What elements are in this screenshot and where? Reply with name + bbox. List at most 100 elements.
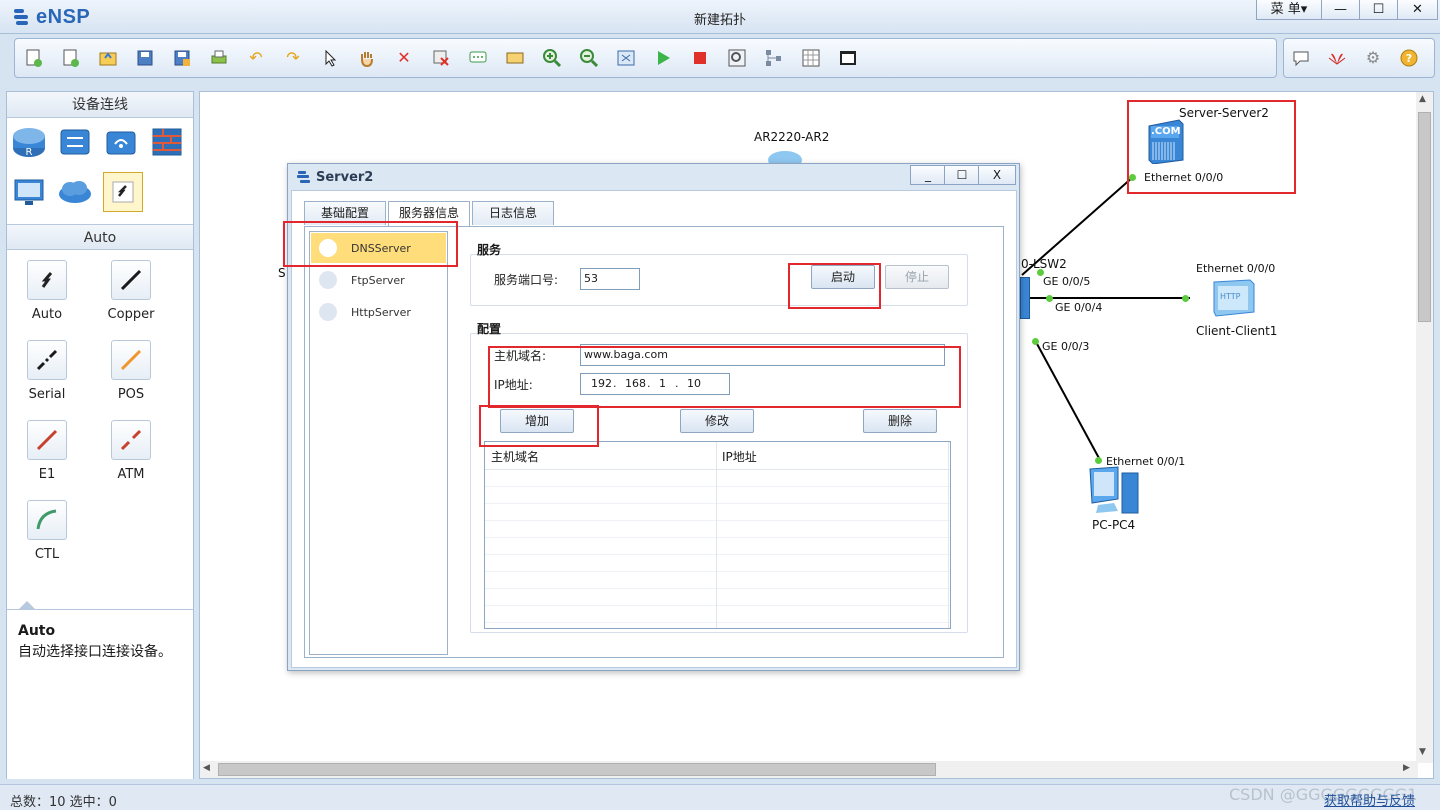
dialog-title-bar[interactable]: Server2 _ ☐ X	[288, 164, 1019, 190]
pointer-arrow	[19, 601, 35, 609]
table-row[interactable]	[485, 538, 950, 555]
column-divider	[716, 442, 717, 628]
server-port-label: Ethernet 0/0/0	[1144, 171, 1224, 184]
redo-icon[interactable]: ↷	[282, 47, 304, 69]
column-divider	[948, 442, 949, 628]
link-status-dot	[1182, 295, 1189, 302]
client-node-icon[interactable]: HTTP	[1210, 278, 1256, 318]
start-device-icon[interactable]	[652, 47, 674, 69]
server-node-label: Server-Server2	[1179, 106, 1269, 120]
cable-item-serial[interactable]: Serial	[17, 340, 77, 402]
menu-button[interactable]: 菜 单▾	[1256, 0, 1322, 20]
pc-node-icon[interactable]	[1088, 465, 1144, 520]
text-annotation-icon[interactable]	[467, 47, 489, 69]
table-row[interactable]	[485, 504, 950, 521]
stop-button[interactable]: 停止	[885, 265, 949, 289]
rectangle-icon[interactable]	[504, 47, 526, 69]
zoom-in-icon[interactable]	[541, 47, 563, 69]
pan-hand-icon[interactable]	[356, 47, 378, 69]
table-row[interactable]	[485, 521, 950, 538]
auto-cable-icon	[27, 260, 67, 300]
port-input[interactable]: 53	[580, 268, 640, 290]
scroll-right-icon[interactable]: ▶	[1403, 763, 1410, 773]
select-cursor-icon[interactable]	[319, 47, 341, 69]
cable-item-ctl[interactable]: CTL	[17, 500, 77, 562]
topology-tree-icon[interactable]	[763, 47, 785, 69]
service-status-dot	[319, 303, 337, 321]
partial-node-label: S	[278, 266, 286, 280]
modify-button[interactable]: 修改	[680, 409, 754, 433]
table-row[interactable]	[485, 470, 950, 487]
scroll-down-icon[interactable]: ▼	[1419, 747, 1426, 757]
horizontal-scroll-thumb[interactable]	[218, 763, 936, 776]
help-feedback-link[interactable]: 获取帮助与反馈	[1324, 790, 1415, 809]
table-row[interactable]	[485, 589, 950, 606]
cable-item-auto[interactable]: Auto	[17, 260, 77, 322]
dialog-maximize-button[interactable]: ☐	[944, 165, 980, 185]
switch-node-icon[interactable]	[1020, 277, 1030, 319]
open-icon[interactable]	[97, 47, 119, 69]
new-example-icon[interactable]	[60, 47, 82, 69]
switch-icon[interactable]	[57, 124, 93, 160]
service-name: HttpServer	[351, 305, 411, 319]
service-item-http[interactable]: HttpServer	[311, 297, 446, 327]
save-icon[interactable]	[134, 47, 156, 69]
vertical-scroll-thumb[interactable]	[1418, 112, 1431, 322]
chat-icon[interactable]	[1290, 47, 1312, 69]
stop-device-icon[interactable]	[689, 47, 711, 69]
table-row[interactable]	[485, 606, 950, 623]
zoom-out-icon[interactable]	[578, 47, 600, 69]
delete-icon[interactable]: ✕	[393, 47, 415, 69]
scroll-up-icon[interactable]: ▲	[1419, 94, 1426, 104]
settings-gear-icon[interactable]: ⚙	[1362, 47, 1384, 69]
table-row[interactable]	[485, 555, 950, 572]
capture-packet-icon[interactable]	[726, 47, 748, 69]
service-name: FtpServer	[351, 273, 405, 287]
client-port-label: Ethernet 0/0/0	[1196, 262, 1276, 275]
tab-log-info[interactable]: 日志信息	[472, 201, 554, 225]
help-icon[interactable]: ?	[1398, 47, 1420, 69]
grid-icon[interactable]	[800, 47, 822, 69]
router-icon[interactable]: R	[11, 124, 47, 160]
minimize-button[interactable]: —	[1322, 0, 1360, 20]
server-node-icon[interactable]: .COM	[1145, 118, 1185, 165]
print-icon[interactable]	[208, 47, 230, 69]
terminal-pc-icon[interactable]	[11, 174, 47, 210]
cable-category-icon[interactable]	[103, 172, 143, 212]
console-icon[interactable]	[837, 47, 859, 69]
cable-item-e1[interactable]: E1	[17, 420, 77, 482]
table-row[interactable]	[485, 572, 950, 589]
table-row[interactable]	[485, 487, 950, 504]
horizontal-scrollbar[interactable]: ◀ ▶	[200, 761, 1418, 778]
undo-icon[interactable]: ↶	[245, 47, 267, 69]
dialog-close-button[interactable]: X	[978, 165, 1016, 185]
cable-item-copper[interactable]: Copper	[101, 260, 161, 322]
delete-link-icon[interactable]	[430, 47, 452, 69]
cable-item-pos[interactable]: POS	[101, 340, 161, 402]
new-topology-icon[interactable]	[23, 47, 45, 69]
cable-label: Auto	[31, 307, 63, 322]
cable-label: CTL	[34, 547, 60, 562]
svg-text:?: ?	[1406, 52, 1412, 65]
vertical-scrollbar[interactable]: ▲ ▼	[1416, 92, 1433, 763]
dialog-minimize-button[interactable]: _	[910, 165, 946, 185]
delete-button[interactable]: 删除	[863, 409, 937, 433]
fit-view-icon[interactable]	[615, 47, 637, 69]
dns-record-table: 主机域名 IP地址	[484, 441, 951, 629]
switch-port-ge4: GE 0/0/4	[1055, 301, 1103, 314]
wireless-icon[interactable]	[103, 124, 139, 160]
column-header-host[interactable]: 主机域名	[491, 448, 539, 465]
cloud-icon[interactable]	[57, 174, 93, 210]
column-header-ip[interactable]: IP地址	[722, 448, 757, 465]
link-status-dot	[1046, 295, 1053, 302]
scroll-left-icon[interactable]: ◀	[203, 763, 210, 773]
maximize-button[interactable]: ☐	[1360, 0, 1398, 20]
cable-item-atm[interactable]: ATM	[101, 420, 161, 482]
client-icon-text: HTTP	[1220, 292, 1241, 301]
link-status-dot	[1032, 338, 1039, 345]
service-item-ftp[interactable]: FtpServer	[311, 265, 446, 295]
save-as-icon[interactable]	[171, 47, 193, 69]
huawei-logo-icon[interactable]	[1326, 47, 1348, 69]
close-button[interactable]: ✕	[1398, 0, 1438, 20]
firewall-icon[interactable]	[149, 124, 185, 160]
